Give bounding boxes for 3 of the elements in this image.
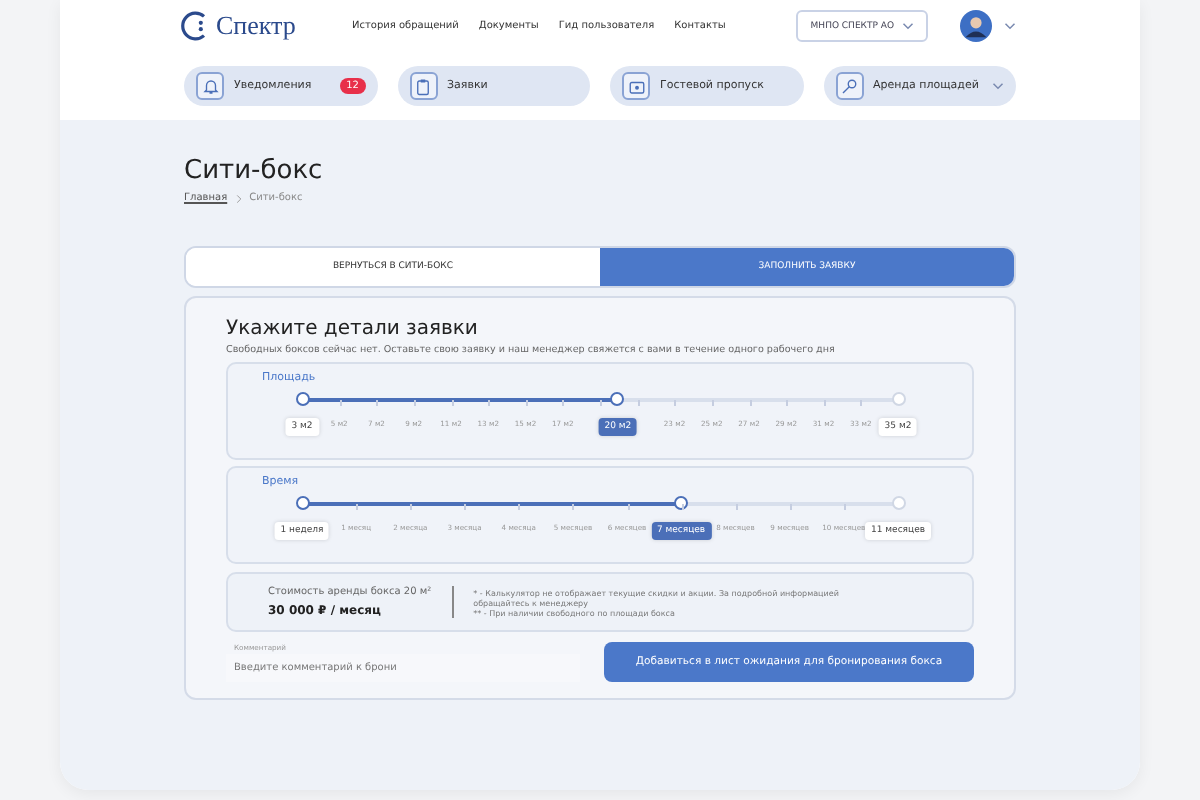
form-title: Укажите детали заявки — [226, 318, 480, 340]
logo-text[interactable]: Спектр — [216, 10, 296, 42]
page-title: Сити-бокс — [184, 156, 325, 186]
